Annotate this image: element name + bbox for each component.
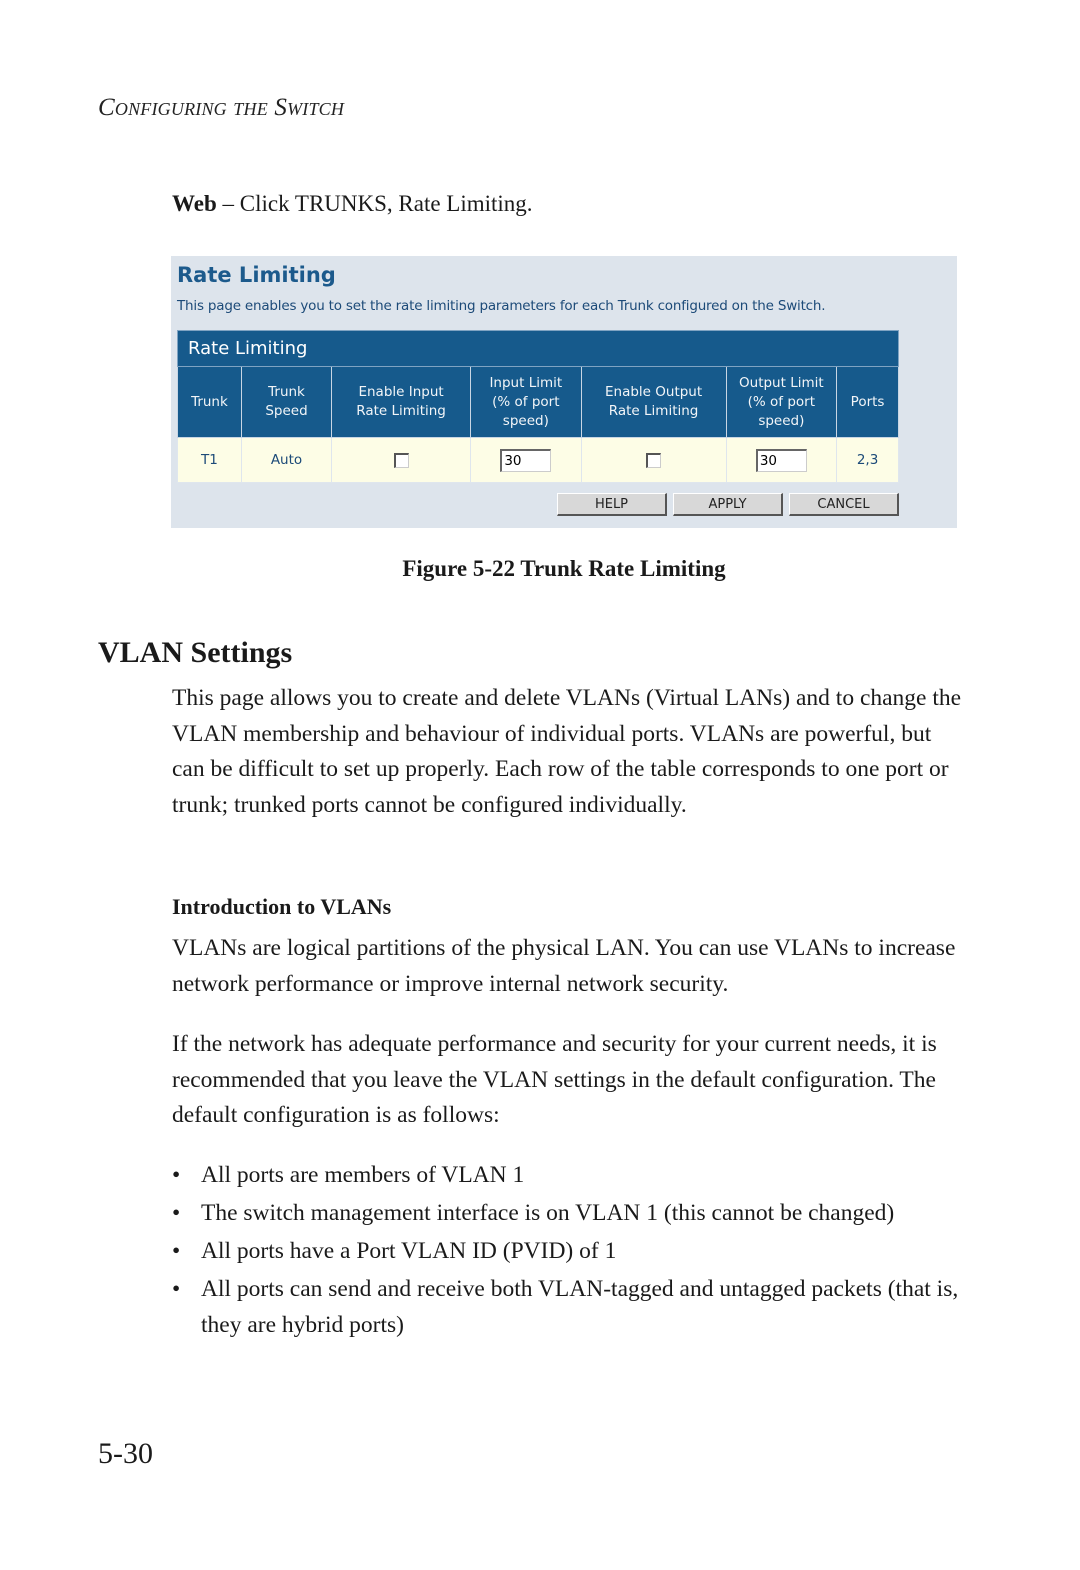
cell-enable-input <box>331 437 472 483</box>
screenshot-page-description: This page enables you to set the rate li… <box>177 298 826 314</box>
list-item: • All ports have a Port VLAN ID (PVID) of… <box>172 1233 962 1269</box>
header-output-limit: Output Limit (% of port speed) <box>725 366 838 438</box>
web-instruction: Web – Click TRUNKS, Rate Limiting. <box>172 191 533 217</box>
cell-ports: 2,3 <box>836 437 899 483</box>
bullet-icon: • <box>172 1238 181 1264</box>
help-button[interactable]: HELP <box>557 493 667 516</box>
list-item: • All ports can send and receive both VLA… <box>172 1271 962 1343</box>
header-ports: Ports <box>836 366 899 438</box>
header-trunk-speed: Trunk Speed <box>240 366 333 438</box>
list-item: • All ports are members of VLAN 1 <box>172 1157 962 1193</box>
screenshot-page-title: Rate Limiting <box>177 263 336 287</box>
header-input-limit: Input Limit (% of port speed) <box>470 366 582 438</box>
output-limit-field[interactable] <box>755 448 807 472</box>
rate-limiting-screenshot: Rate Limiting This page enables you to s… <box>171 256 957 528</box>
cell-trunk-speed: Auto <box>240 437 333 483</box>
input-limit-field[interactable] <box>500 448 552 472</box>
cell-trunk: T1 <box>177 437 242 483</box>
apply-button[interactable]: APPLY <box>673 493 783 516</box>
bullet-icon: • <box>172 1200 181 1226</box>
list-item: • The switch management interface is on V… <box>172 1195 962 1231</box>
subsection-title: Introduction to VLANs <box>172 894 392 919</box>
button-row: HELP APPLY CANCEL <box>557 493 899 516</box>
web-label: Web <box>172 191 217 216</box>
cell-enable-output <box>580 437 727 483</box>
default-config-list: • All ports are members of VLAN 1 • The sw… <box>172 1157 962 1345</box>
paragraph-vlan-definition: VLANs are logical partitions of the phys… <box>172 935 956 997</box>
bullet-icon: • <box>172 1162 181 1188</box>
running-head: Configuring the Switch <box>98 94 345 121</box>
cell-output-limit <box>725 437 838 483</box>
bullet-icon: • <box>172 1276 181 1302</box>
figure-caption: Figure 5-22 Trunk Rate Limiting <box>402 556 726 581</box>
header-enable-input: Enable Input Rate Limiting <box>331 366 472 438</box>
cell-input-limit <box>470 437 582 483</box>
table-row: T1 Auto 2,3 <box>177 437 899 483</box>
cancel-button[interactable]: CANCEL <box>789 493 899 516</box>
section-title: VLAN Settings <box>98 636 293 669</box>
rate-limiting-table: Rate Limiting Trunk Trunk Speed Enable In… <box>177 330 899 483</box>
header-trunk: Trunk <box>177 366 242 438</box>
web-instruction-text: – Click TRUNKS, Rate Limiting. <box>216 191 533 216</box>
table-caption: Rate Limiting <box>177 330 899 367</box>
enable-output-checkbox[interactable] <box>646 452 662 468</box>
table-header-row: Trunk Trunk Speed Enable Input Rate Limiti… <box>177 366 899 438</box>
enable-input-checkbox[interactable] <box>393 452 409 468</box>
header-enable-output: Enable Output Rate Limiting <box>580 366 727 438</box>
paragraph-default-config: If the network has adequate performance … <box>172 1031 937 1128</box>
intro-paragraph: This page allows you to create and delet… <box>172 685 962 818</box>
page-number: 5-30 <box>98 1437 153 1470</box>
